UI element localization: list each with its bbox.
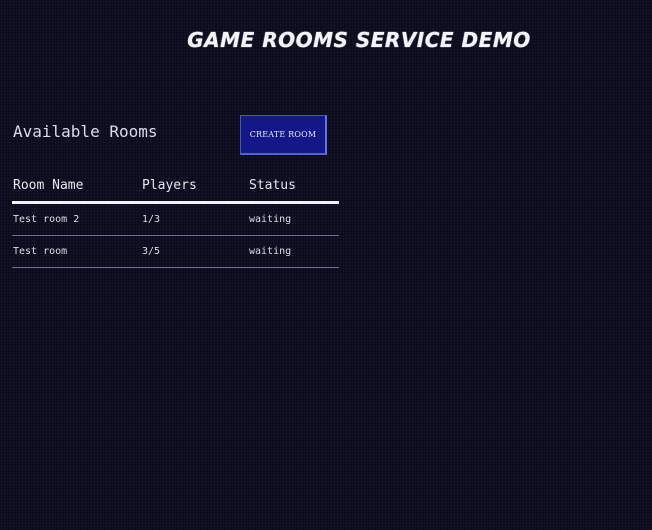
column-header-players: Players <box>141 170 248 204</box>
status-cell: waiting <box>248 202 339 236</box>
table-row[interactable]: Test room 2 1/3 waiting <box>12 202 339 236</box>
table-header-row: Room Name Players Status <box>12 170 339 204</box>
table-row[interactable]: Test room 3/5 waiting <box>12 235 339 268</box>
available-rooms-heading: Available Rooms <box>13 122 158 141</box>
create-room-button[interactable]: CREATE ROOM <box>240 115 327 155</box>
column-header-status: Status <box>248 170 339 204</box>
room-name-cell: Test room 2 <box>12 202 141 236</box>
column-header-room-name: Room Name <box>12 170 141 204</box>
players-cell: 1/3 <box>141 202 248 236</box>
rooms-table: Room Name Players Status Test room 2 1/3… <box>12 170 339 268</box>
players-cell: 3/5 <box>141 235 248 268</box>
app-title: GAME ROOMS SERVICE DEMO <box>187 28 531 52</box>
status-cell: waiting <box>248 235 339 268</box>
room-name-cell: Test room <box>12 235 141 268</box>
